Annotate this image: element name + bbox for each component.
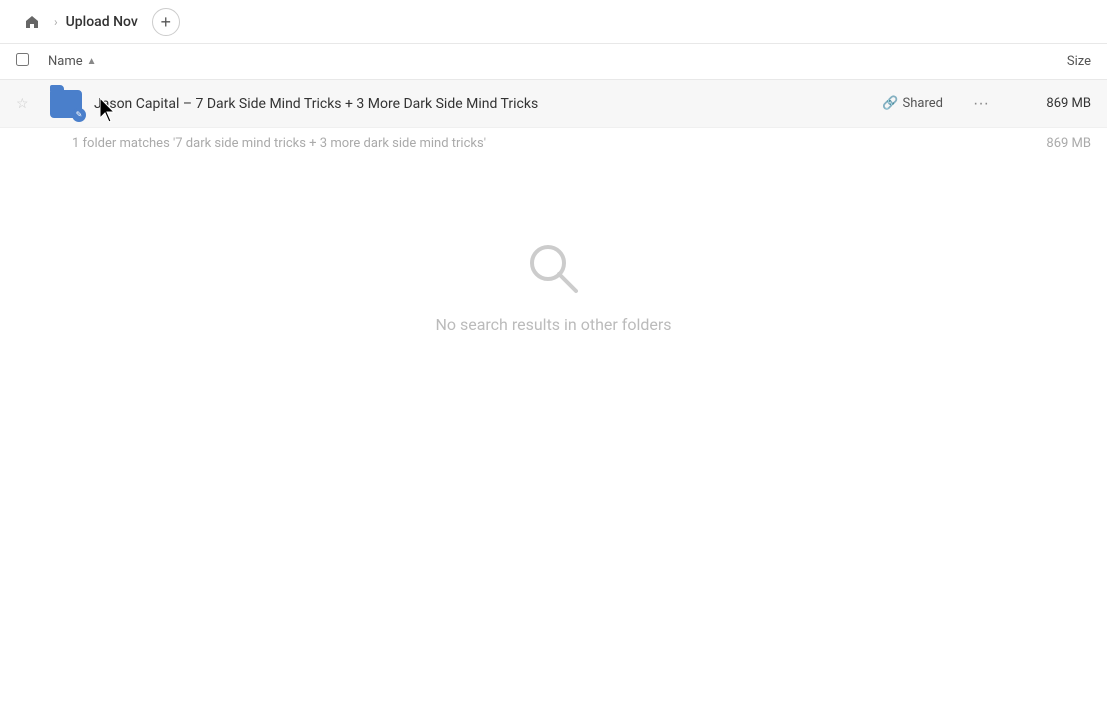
top-bar: › Upload Nov + bbox=[0, 0, 1107, 44]
select-all-checkbox[interactable] bbox=[16, 53, 36, 70]
shared-badge: 🔗 Shared bbox=[882, 96, 943, 111]
match-size: 869 MB bbox=[1046, 136, 1091, 151]
breadcrumb-upload-nov[interactable]: Upload Nov bbox=[60, 10, 144, 34]
home-button[interactable] bbox=[16, 6, 48, 38]
star-button[interactable]: ☆ bbox=[16, 96, 40, 112]
empty-state: No search results in other folders bbox=[0, 159, 1107, 374]
folder-icon-wrap: ✎ bbox=[48, 88, 84, 120]
checkbox-input[interactable] bbox=[16, 53, 29, 66]
name-column-header[interactable]: Name ▲ bbox=[48, 54, 991, 69]
link-icon: 🔗 bbox=[882, 96, 898, 111]
file-row[interactable]: ☆ ✎ Jason Capital – 7 Dark Side Mind Tri… bbox=[0, 80, 1107, 128]
folder-pencil-icon: ✎ bbox=[72, 108, 86, 122]
empty-message: No search results in other folders bbox=[435, 315, 671, 334]
empty-search-icon bbox=[524, 239, 584, 299]
add-button[interactable]: + bbox=[152, 8, 180, 36]
match-text: 1 folder matches '7 dark side mind trick… bbox=[72, 136, 486, 151]
size-column-header: Size bbox=[991, 54, 1091, 69]
file-size: 869 MB bbox=[1011, 96, 1091, 111]
sort-arrow: ▲ bbox=[87, 56, 97, 67]
home-icon bbox=[24, 14, 40, 30]
breadcrumb-chevron: › bbox=[54, 15, 58, 29]
more-options-button[interactable]: ··· bbox=[967, 90, 995, 118]
match-info-row: 1 folder matches '7 dark side mind trick… bbox=[0, 128, 1107, 159]
name-label: Name bbox=[48, 54, 83, 69]
file-name: Jason Capital – 7 Dark Side Mind Tricks … bbox=[94, 96, 882, 112]
shared-label: Shared bbox=[903, 96, 943, 111]
column-header: Name ▲ Size bbox=[0, 44, 1107, 80]
